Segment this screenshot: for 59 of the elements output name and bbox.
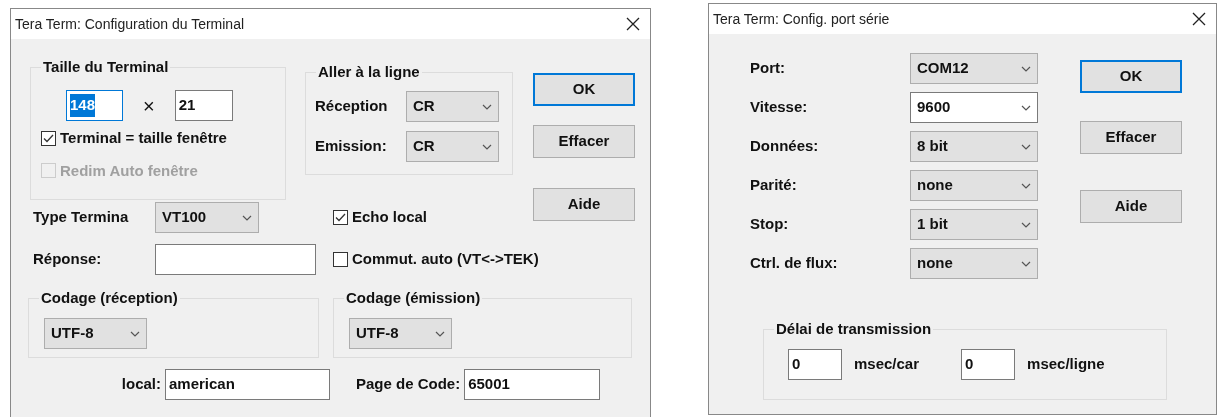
dialog-button[interactable]: OK: [1080, 60, 1182, 93]
field-label: Stop:: [750, 214, 790, 235]
input-field[interactable]: 148: [66, 90, 123, 121]
check-icon: [335, 213, 346, 222]
dropdown[interactable]: VT100: [155, 202, 259, 233]
field-label: Port:: [750, 58, 786, 79]
chevron-icon: [435, 330, 445, 337]
dropdown[interactable]: 8 bit: [910, 131, 1038, 162]
field-label: Données:: [750, 136, 820, 157]
chevron-icon: [130, 330, 140, 337]
dialog-button[interactable]: OK: [533, 73, 635, 106]
times-sign: ×: [143, 93, 155, 119]
input-field[interactable]: 0: [961, 349, 1016, 380]
unit-label: msec/ligne: [1027, 354, 1105, 375]
dropdown[interactable]: none: [910, 248, 1038, 279]
chevron-icon: [1021, 65, 1031, 72]
field-label: Parité:: [750, 175, 798, 196]
dialog-button[interactable]: Effacer: [1080, 121, 1182, 154]
chevron-icon: [1021, 221, 1031, 228]
chevron-icon: [1021, 260, 1031, 267]
input-field[interactable]: 0: [788, 349, 842, 380]
field-label: local:: [120, 374, 162, 395]
input-field[interactable]: 21: [174, 90, 233, 121]
dropdown[interactable]: CR: [406, 91, 499, 122]
chevron-icon: [242, 214, 252, 221]
field-label: Emission:: [315, 136, 388, 157]
close-icon[interactable]: [626, 17, 640, 31]
field-label: Réception: [315, 96, 389, 117]
dropdown[interactable]: 9600: [910, 92, 1038, 123]
chevron-icon: [482, 103, 492, 110]
input-field[interactable]: [155, 244, 316, 275]
dropdown[interactable]: CR: [406, 131, 499, 162]
dialog-button[interactable]: Aide: [1080, 190, 1182, 223]
window-title: Tera Term: Config. port série: [713, 9, 890, 29]
unit-label: msec/car: [854, 354, 920, 375]
field-label: Page de Code:: [356, 374, 461, 395]
checkbox[interactable]: Commut. auto (VT<->TEK): [333, 248, 539, 271]
input-field[interactable]: 65001: [464, 369, 601, 400]
checkbox[interactable]: Echo local: [333, 206, 428, 229]
field-label: Vitesse:: [750, 97, 809, 118]
dropdown[interactable]: COM12: [910, 53, 1038, 84]
close-icon[interactable]: [1192, 12, 1206, 26]
dropdown[interactable]: 1 bit: [910, 209, 1038, 240]
dialog-button[interactable]: Effacer: [533, 125, 635, 158]
input-field[interactable]: american: [165, 369, 330, 400]
field-label: Réponse:: [33, 249, 103, 270]
checkbox[interactable]: Terminal = taille fenêtre: [41, 127, 285, 150]
dropdown[interactable]: none: [910, 170, 1038, 201]
dropdown[interactable]: UTF-8: [349, 318, 452, 349]
check-icon: [43, 133, 54, 143]
chevron-icon: [1021, 143, 1031, 150]
field-label: Ctrl. de flux:: [750, 253, 839, 274]
dropdown[interactable]: UTF-8: [44, 318, 147, 349]
field-label: Type Termina: [33, 207, 130, 228]
chevron-icon: [1021, 104, 1031, 111]
chevron-icon: [482, 143, 492, 150]
dialog-button[interactable]: Aide: [533, 188, 635, 221]
window-title: Tera Term: Configuration du Terminal: [15, 14, 245, 34]
chevron-icon: [1021, 182, 1031, 189]
